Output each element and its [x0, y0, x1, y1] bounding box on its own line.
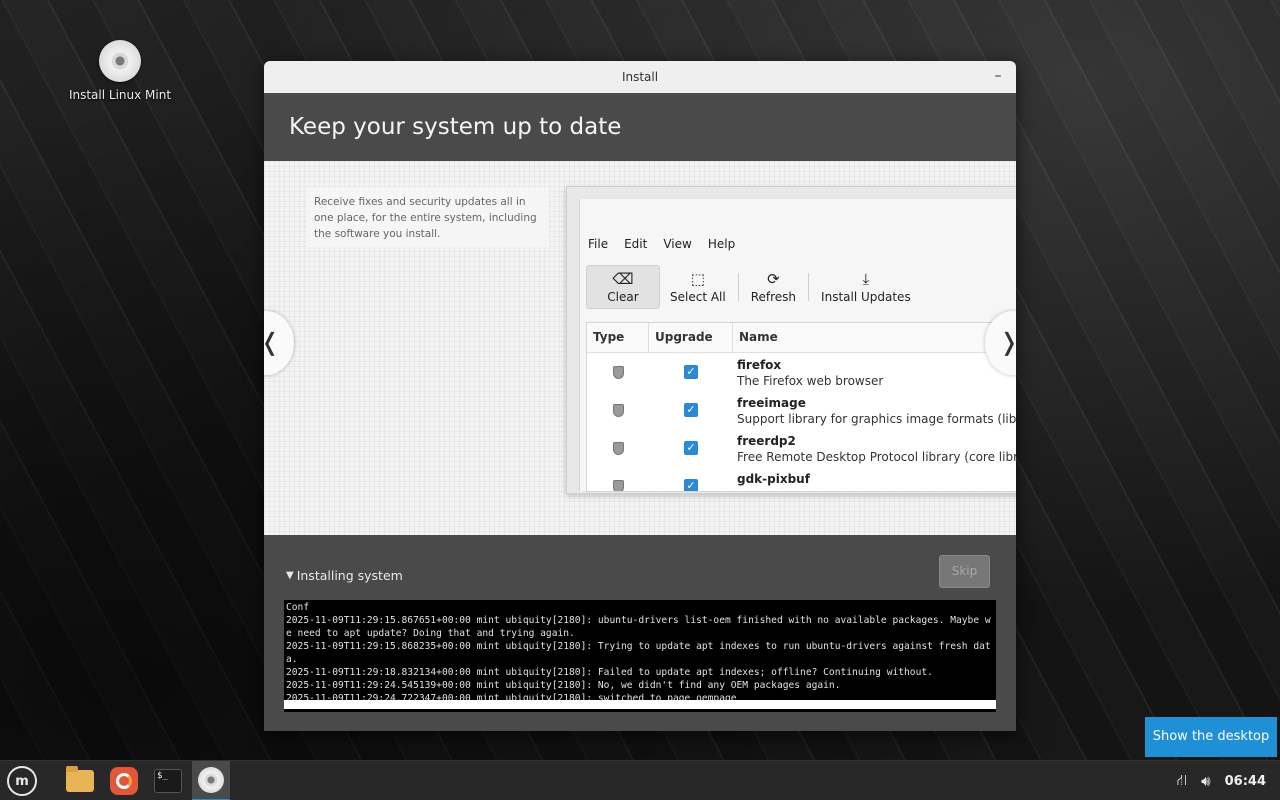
- log-line: 2025-11-09T11:29:15.868235+00:00 mint ub…: [286, 641, 991, 665]
- shield-icon: [612, 365, 624, 379]
- table-row: ✓ freerdp2 Free Remote Desktop Protocol …: [587, 429, 1016, 467]
- column-upgrade: Upgrade: [649, 323, 733, 352]
- log-line: Conf: [286, 602, 310, 613]
- clear-button: ⌫ Clear: [586, 265, 660, 309]
- show-desktop-button[interactable]: Show the desktop: [1145, 717, 1277, 757]
- package-description: Free Remote Desktop Protocol library (co…: [737, 450, 1016, 464]
- checkbox-checked-icon: ✓: [684, 479, 698, 491]
- package-name: freeimage: [737, 396, 806, 410]
- package-description: Support library for graphics image forma…: [737, 412, 1016, 426]
- slideshow-area: Receive fixes and security updates all i…: [264, 161, 1016, 535]
- log-line: 2025-11-09T11:29:15.867651+00:00 mint ub…: [286, 615, 991, 639]
- terminal-launcher[interactable]: $_: [149, 761, 187, 800]
- firefox-launcher[interactable]: [105, 761, 143, 800]
- menu-help: Help: [707, 237, 736, 251]
- select-all-button: ⬚ Select All: [670, 270, 726, 304]
- column-name: Name: [739, 330, 778, 344]
- installer-window: Install – Keep your system up to date Re…: [264, 61, 1016, 731]
- taskbar: m $_ ⛙ 🔊︎ 06:44: [0, 760, 1280, 800]
- package-name: freerdp2: [737, 434, 796, 448]
- log-line: 2025-11-09T11:29:24.545139+00:00 mint ub…: [286, 680, 841, 691]
- update-manager-preview: File Edit View Help ⌫ Clear ⬚ Select All: [579, 199, 1016, 492]
- menu-edit: Edit: [624, 237, 648, 251]
- mint-menu-button[interactable]: m: [3, 761, 41, 800]
- table-row: ✓ firefox The Firefox web browser: [587, 353, 1016, 391]
- progress-section: ▼ Installing system Skip Conf 2025-11-09…: [264, 535, 1016, 731]
- page-header: Keep your system up to date: [264, 93, 1016, 161]
- table-header: Type Upgrade Name: [587, 323, 1016, 353]
- menu-file: File: [588, 237, 609, 251]
- system-tray: ⛙ 🔊︎ 06:44: [1177, 761, 1266, 800]
- package-description: The Firefox web browser: [737, 374, 884, 388]
- select-all-icon: ⬚: [690, 270, 705, 288]
- network-icon[interactable]: ⛙: [1177, 771, 1188, 791]
- linux-mint-logo-icon: m: [7, 766, 37, 796]
- desktop-icon-label: Install Linux Mint: [68, 88, 172, 102]
- slide-description: Receive fixes and security updates all i…: [307, 187, 549, 247]
- refresh-button: ⟳ Refresh: [750, 270, 797, 304]
- table-row: ✓ freeimage Support library for graphics…: [587, 391, 1016, 429]
- page-title: Keep your system up to date: [289, 114, 622, 140]
- disc-icon: [99, 40, 141, 82]
- window-titlebar[interactable]: Install –: [264, 61, 1016, 93]
- folder-icon: [66, 766, 94, 792]
- toolbar-separator: [737, 273, 739, 301]
- install-linux-mint-desktop-icon[interactable]: Install Linux Mint: [60, 40, 180, 102]
- previous-slide-button[interactable]: ❬: [264, 311, 294, 375]
- shield-icon: [612, 403, 624, 417]
- download-icon: ⤓: [862, 270, 870, 288]
- updates-table: Type Upgrade Name ✓ firefox The Firefox …: [586, 322, 1016, 492]
- package-name: gdk-pixbuf: [737, 472, 810, 486]
- shield-icon: [612, 441, 624, 455]
- disc-icon: [198, 767, 224, 793]
- checkbox-checked-icon: ✓: [684, 441, 698, 455]
- expander-label: Installing system: [296, 568, 403, 583]
- menu-view: View: [663, 237, 692, 251]
- preview-toolbar: ⌫ Clear ⬚ Select All ⟳ Refresh ⤓ Install…: [586, 265, 921, 309]
- window-title: Install: [621, 70, 659, 84]
- terminal-icon: $_: [154, 769, 182, 793]
- installing-system-expander[interactable]: ▼ Installing system: [286, 568, 403, 583]
- table-row: ✓ gdk-pixbuf: [587, 467, 1016, 491]
- install-log[interactable]: Conf 2025-11-09T11:29:15.867651+00:00 mi…: [284, 600, 996, 712]
- refresh-icon: ⟳: [767, 270, 780, 288]
- log-scrollbar[interactable]: [284, 700, 996, 709]
- checkbox-checked-icon: ✓: [684, 365, 698, 379]
- preview-menubar: File Edit View Help: [588, 237, 735, 251]
- backspace-icon: ⌫: [612, 270, 634, 288]
- install-updates-button: ⤓ Install Updates: [821, 270, 911, 304]
- triangle-down-icon: ▼: [286, 570, 294, 581]
- package-name: firefox: [737, 358, 782, 372]
- clock[interactable]: 06:44: [1225, 774, 1266, 789]
- files-launcher[interactable]: [61, 761, 99, 800]
- log-line: 2025-11-09T11:29:18.832134+00:00 mint ub…: [286, 667, 933, 678]
- toolbar-separator: [808, 273, 810, 301]
- column-type: Type: [587, 323, 649, 352]
- shield-icon: [612, 479, 624, 491]
- slide-screenshot: File Edit View Help ⌫ Clear ⬚ Select All: [566, 186, 1016, 494]
- checkbox-checked-icon: ✓: [684, 403, 698, 417]
- volume-icon[interactable]: 🔊︎: [1201, 772, 1210, 790]
- skip-button[interactable]: Skip: [939, 555, 990, 588]
- minimize-button[interactable]: –: [990, 61, 1006, 93]
- installer-taskbar-button[interactable]: [192, 761, 230, 800]
- firefox-icon: [110, 767, 138, 795]
